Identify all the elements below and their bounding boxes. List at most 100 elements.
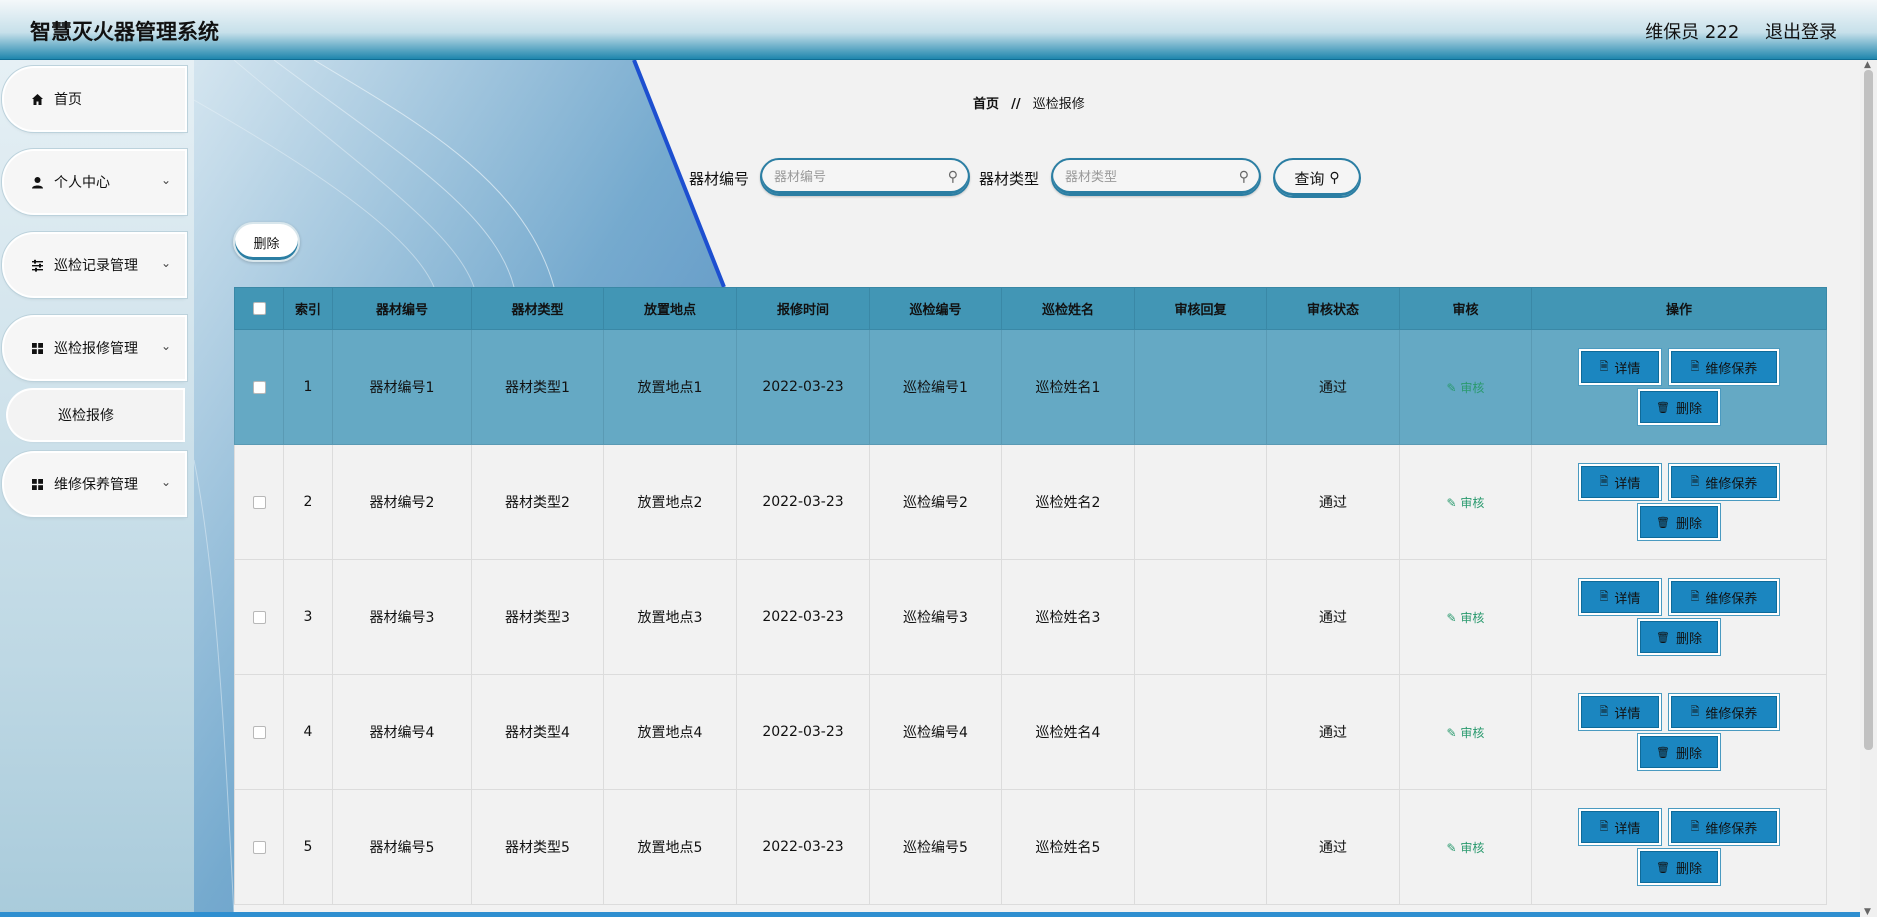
search-code-input[interactable] [774, 169, 934, 185]
row-select-cell [234, 789, 284, 905]
cell-equipment-code: 器材编号2 [332, 444, 472, 560]
maintain-button-label: 维修保养 [1705, 476, 1758, 492]
sidebar-subitem-inspection-repair[interactable]: 巡检报修 [8, 390, 183, 440]
cell-index: 4 [283, 674, 333, 790]
table-row[interactable]: 5 器材编号5 器材类型5 放置地点5 2022-03-23 巡检编号5 巡检姓名5 通过 ✎ … [234, 789, 1827, 905]
search-type-input[interactable] [1065, 169, 1225, 185]
audit-link[interactable]: ✎ 审核 [1447, 726, 1485, 740]
cell-audit-reply [1134, 444, 1267, 560]
detail-button[interactable]: 🗎 详情 [1581, 466, 1659, 498]
horizontal-scrollbar[interactable] [0, 912, 1860, 917]
row-select-cell [234, 329, 284, 445]
select-all-checkbox[interactable] [252, 302, 266, 315]
delete-button[interactable]: 🗑 删除 [1640, 506, 1718, 538]
detail-button-label: 详情 [1614, 476, 1641, 492]
row-checkbox[interactable] [252, 610, 266, 624]
detail-button[interactable]: 🗎 详情 [1581, 811, 1659, 843]
edit-icon: ✎ [1446, 380, 1461, 395]
cell-audit-reply [1134, 789, 1267, 905]
sidebar-item-label: 首页 [54, 92, 82, 108]
row-select-cell [234, 559, 284, 675]
cell-inspect-name: 巡检姓名5 [1001, 789, 1135, 905]
maintain-button-label: 维修保养 [1705, 821, 1758, 837]
detail-button[interactable]: 🗎 详情 [1581, 696, 1659, 728]
maintain-button[interactable]: 🗎 维修保养 [1671, 466, 1777, 498]
sidebar-item-inspection-repair[interactable]: 巡检报修管理 ⌄ [4, 317, 185, 379]
maintain-button[interactable]: 🗎 维修保养 [1671, 696, 1777, 728]
breadcrumb-separator: // [1011, 97, 1021, 112]
delete-button[interactable]: 🗑 删除 [1640, 621, 1718, 653]
document-icon: 🗎 [1599, 704, 1609, 718]
delete-button[interactable]: 🗑 删除 [1640, 851, 1718, 883]
select-all-cell [234, 287, 284, 330]
cell-location: 放置地点5 [603, 789, 737, 905]
delete-button[interactable]: 🗑 删除 [1640, 736, 1718, 768]
column-header: 审核状态 [1266, 287, 1400, 330]
query-button[interactable]: 查询 ⚲ [1273, 158, 1361, 198]
maintain-button[interactable]: 🗎 维修保养 [1671, 581, 1777, 613]
row-select-cell [234, 444, 284, 560]
table-row[interactable]: 1 器材编号1 器材类型1 放置地点1 2022-03-23 巡检编号1 巡检姓名1 通过 ✎ … [234, 329, 1827, 445]
row-checkbox[interactable] [252, 840, 266, 854]
delete-button-label: 删除 [1675, 861, 1702, 877]
audit-link-label: 审核 [1460, 495, 1485, 510]
document-icon: 🗎 [1599, 589, 1609, 603]
row-checkbox[interactable] [252, 725, 266, 739]
scroll-down-arrow-icon[interactable]: ▼ [1864, 907, 1871, 917]
detail-button-label: 详情 [1614, 821, 1641, 837]
edit-icon: ✎ [1446, 725, 1461, 740]
sidebar-item-maintenance[interactable]: 维修保养管理 ⌄ [4, 453, 185, 515]
trash-icon: 🗑 [1656, 400, 1670, 414]
cell-actions: 🗎 详情 🗎 维修保养 🗑 删除 [1531, 559, 1827, 675]
audit-link-label: 审核 [1460, 610, 1485, 625]
audit-link[interactable]: ✎ 审核 [1447, 841, 1485, 855]
scroll-up-arrow-icon[interactable]: ▲ [1864, 60, 1871, 70]
delete-button-label: 删除 [1675, 516, 1702, 532]
table-row[interactable]: 3 器材编号3 器材类型3 放置地点3 2022-03-23 巡检编号3 巡检姓名3 通过 ✎ … [234, 559, 1827, 675]
column-header: 巡检姓名 [1001, 287, 1135, 330]
sidebar-item-home[interactable]: 首页 [4, 68, 185, 130]
audit-link[interactable]: ✎ 审核 [1447, 381, 1485, 395]
column-header: 操作 [1531, 287, 1827, 330]
maintain-button[interactable]: 🗎 维修保养 [1671, 811, 1777, 843]
detail-button-label: 详情 [1614, 361, 1641, 377]
scrollbar-thumb[interactable] [1864, 70, 1873, 750]
logout-link[interactable]: 退出登录 [1765, 22, 1837, 43]
vertical-scrollbar[interactable]: ▲ ▼ [1860, 60, 1877, 917]
column-header: 器材编号 [332, 287, 472, 330]
document-icon: 🗎 [1690, 359, 1700, 373]
home-icon [30, 92, 44, 106]
sidebar-item-personal-center[interactable]: 个人中心 ⌄ [4, 151, 185, 213]
table-row[interactable]: 2 器材编号2 器材类型2 放置地点2 2022-03-23 巡检编号2 巡检姓名2 通过 ✎ … [234, 444, 1827, 560]
delete-button-label: 删除 [1675, 746, 1702, 762]
cell-inspect-code: 巡检编号3 [869, 559, 1002, 675]
app-title: 智慧灭火器管理系统 [30, 20, 219, 44]
detail-button[interactable]: 🗎 详情 [1581, 581, 1659, 613]
row-checkbox[interactable] [252, 380, 266, 394]
cell-audit: ✎ 审核 [1399, 444, 1532, 560]
cell-equipment-code: 器材编号3 [332, 559, 472, 675]
table-row[interactable]: 4 器材编号4 器材类型4 放置地点4 2022-03-23 巡检编号4 巡检姓名4 通过 ✎ … [234, 674, 1827, 790]
batch-delete-button[interactable]: 删除 [233, 222, 300, 262]
cell-audit-status: 通过 [1266, 674, 1400, 790]
column-header: 审核回复 [1134, 287, 1267, 330]
breadcrumb-current: 巡检报修 [1032, 97, 1085, 112]
search-icon: ⚲ [1238, 169, 1249, 185]
breadcrumb-home[interactable]: 首页 [973, 97, 999, 112]
sidebar-item-inspection-records[interactable]: 巡检记录管理 ⌄ [4, 234, 185, 296]
delete-button[interactable]: 🗑 删除 [1640, 391, 1718, 423]
detail-button[interactable]: 🗎 详情 [1581, 351, 1659, 383]
trash-icon: 🗑 [1656, 630, 1670, 644]
cell-audit: ✎ 审核 [1399, 789, 1532, 905]
cell-audit-reply [1134, 559, 1267, 675]
audit-link[interactable]: ✎ 审核 [1447, 496, 1485, 510]
document-icon: 🗎 [1599, 474, 1609, 488]
audit-link[interactable]: ✎ 审核 [1447, 611, 1485, 625]
row-checkbox[interactable] [252, 495, 266, 509]
cell-repair-time: 2022-03-23 [736, 789, 870, 905]
audit-link-label: 审核 [1460, 840, 1485, 855]
column-header: 索引 [283, 287, 333, 330]
maintain-button[interactable]: 🗎 维修保养 [1671, 351, 1777, 383]
document-icon: 🗎 [1599, 819, 1609, 833]
search-icon: ⚲ [947, 169, 958, 185]
